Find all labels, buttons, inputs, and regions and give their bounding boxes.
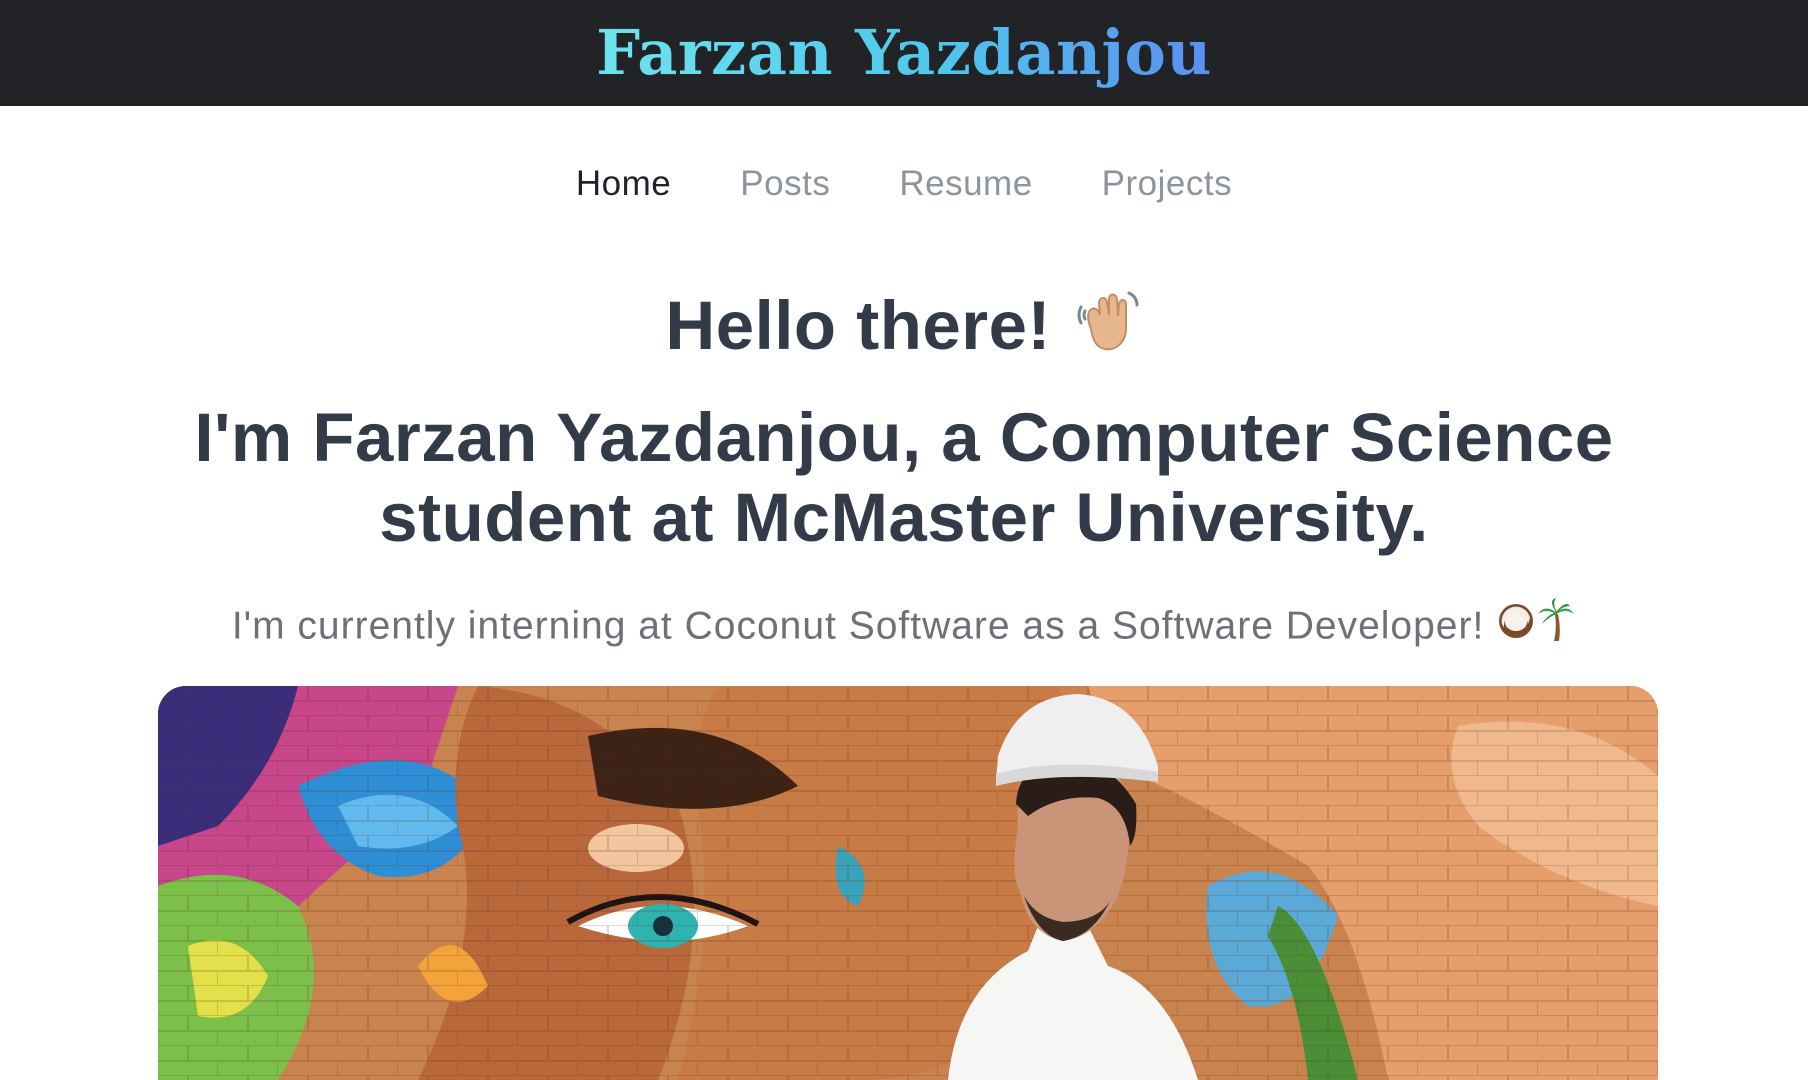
palm-tree-icon xyxy=(1536,598,1576,658)
intro-heading: I'm Farzan Yazdanjou, a Computer Science… xyxy=(194,399,1614,557)
nav-home[interactable]: Home xyxy=(576,164,671,204)
greeting-heading: Hello there! xyxy=(0,284,1808,376)
nav-posts[interactable]: Posts xyxy=(740,164,830,204)
site-header: Farzan Yazdanjou xyxy=(0,0,1808,106)
main-nav: Home Posts Resume Projects xyxy=(0,150,1808,218)
coconut-icon xyxy=(1496,600,1536,656)
profile-photo xyxy=(158,686,1658,1080)
hero-section: Hello there! I'm Farzan Yazdanjou, a Com… xyxy=(0,284,1808,658)
nav-resume[interactable]: Resume xyxy=(899,164,1032,204)
greeting-text: Hello there! xyxy=(665,287,1051,364)
internship-text: I'm currently interning at Coconut Softw… xyxy=(231,604,1485,648)
site-title-link[interactable]: Farzan Yazdanjou xyxy=(596,0,1212,106)
nav-projects[interactable]: Projects xyxy=(1102,164,1232,204)
waving-hand-icon xyxy=(1071,285,1143,376)
internship-line: I'm currently interning at Coconut Softw… xyxy=(0,598,1808,658)
